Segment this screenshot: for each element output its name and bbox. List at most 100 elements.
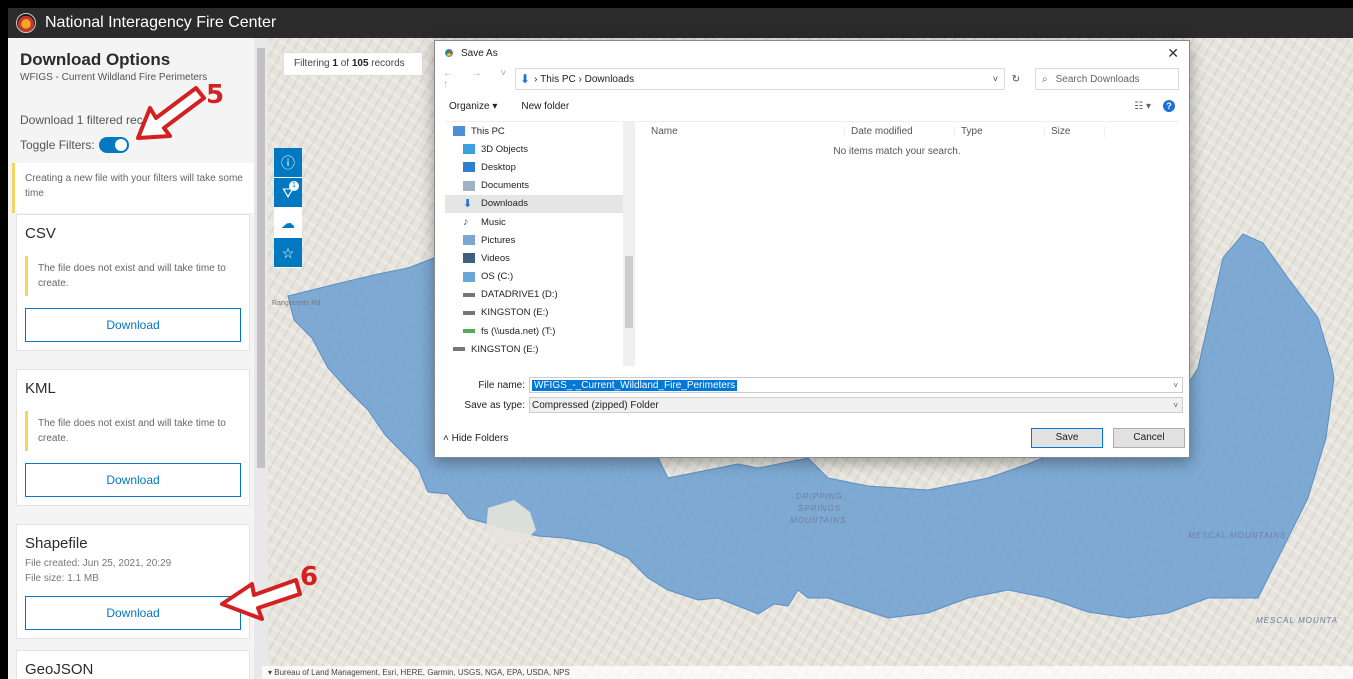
drive-icon — [463, 271, 475, 282]
file-name-value: WFIGS_-_Current_Wildland_Fire_Perimeters — [532, 379, 738, 391]
annotation-step-5: 5 — [206, 80, 225, 110]
address-bar[interactable]: ⬇ › This PC › Downloads ˅ — [515, 68, 1005, 90]
file-created: File created: Jun 25, 2021, 20:29 — [25, 558, 172, 569]
filter-notice: Creating a new file with your filters wi… — [12, 163, 256, 213]
document-icon — [463, 180, 475, 191]
tree-item-desktop[interactable]: Desktop — [445, 158, 635, 176]
chevron-down-icon[interactable]: ˅ — [1173, 381, 1182, 390]
map-label-mescal: MESCAL MOUNTAINS — [1188, 531, 1287, 540]
file-size: File size: 1.1 MB — [25, 573, 99, 584]
cube-icon — [463, 144, 475, 155]
tree-item-music[interactable]: ♪ Music — [445, 213, 635, 231]
dialog-title: Save As — [461, 47, 498, 59]
network-drive-icon — [463, 329, 475, 334]
scrollbar-thumb[interactable] — [625, 256, 633, 328]
close-icon[interactable]: ✕ — [1167, 45, 1179, 62]
file-name-input[interactable]: WFIGS_-_Current_Wildland_Fire_Perimeters… — [529, 377, 1183, 393]
kml-download-button[interactable]: Download — [25, 463, 241, 497]
column-type[interactable]: Type — [955, 125, 1045, 137]
filtered-record-count: Download 1 filtered record — [20, 113, 161, 127]
shapefile-download-button[interactable]: Download — [25, 596, 241, 630]
tree-item-videos[interactable]: Videos — [445, 249, 635, 267]
tree-item-network-t[interactable]: fs (\\usda.net) (T:) — [445, 322, 635, 340]
save-type-label: Save as type: — [464, 399, 525, 411]
filter-count-badge: 1 — [289, 181, 299, 191]
download-options-panel: Download Options WFIGS - Current Wildlan… — [8, 38, 260, 679]
map-label-springs: SPRINGS — [798, 504, 842, 513]
view-options-icon[interactable]: ☷ ▾ — [1134, 101, 1151, 112]
breadcrumb-separator: › — [575, 73, 585, 85]
toggle-filters-switch[interactable] — [98, 137, 129, 153]
tree-item-datadrive1[interactable]: DATADRIVE1 (D:) — [445, 286, 635, 304]
new-folder-button[interactable]: New folder — [521, 101, 569, 112]
annotation-step-6: 6 — [300, 562, 319, 592]
save-type-value: Compressed (zipped) Folder — [532, 399, 659, 411]
app-title: National Interagency Fire Center — [45, 14, 277, 31]
search-placeholder: Search Downloads — [1055, 73, 1140, 85]
column-size[interactable]: Size — [1045, 125, 1105, 137]
save-button[interactable]: Save — [1031, 428, 1103, 448]
tree-item-os-c[interactable]: OS (C:) — [445, 268, 635, 286]
hide-folders-button[interactable]: ˄ Hide Folders — [443, 433, 508, 444]
info-icon[interactable]: ⓘ — [274, 148, 302, 178]
usb-drive-icon — [463, 310, 475, 315]
card-note: The file does not exist and will take ti… — [25, 411, 241, 451]
card-title: GeoJSON — [25, 661, 94, 678]
column-date-modified[interactable]: Date modified — [845, 125, 955, 137]
cloud-download-icon[interactable]: ☁ — [274, 208, 302, 238]
map-attribution: ▾ Bureau of Land Management, Esri, HERE,… — [262, 666, 1353, 679]
breadcrumb-downloads[interactable]: Downloads — [585, 74, 634, 85]
nifc-logo-icon — [16, 13, 36, 33]
usb-drive-icon — [453, 347, 465, 352]
search-input[interactable]: ⌕ Search Downloads — [1035, 68, 1179, 90]
downloads-arrow-icon: ⬇ — [520, 72, 531, 86]
tree-item-3d-objects[interactable]: 3D Objects — [445, 140, 635, 158]
tree-item-pictures[interactable]: Pictures — [445, 231, 635, 249]
chevron-down-icon[interactable]: ˅ — [1173, 401, 1182, 410]
tree-scrollbar[interactable] — [623, 122, 635, 366]
download-arrow-icon: ⬇ — [463, 197, 473, 210]
card-title: Shapefile — [25, 535, 88, 552]
chevron-down-icon[interactable]: ˅ — [993, 74, 1004, 84]
tree-item-documents[interactable]: Documents — [445, 177, 635, 195]
file-list-header: Name Date modified Type Size — [645, 122, 1179, 140]
drive-icon — [463, 292, 475, 297]
music-note-icon: ♪ — [463, 216, 469, 229]
sidebar-scrollbar[interactable] — [254, 38, 268, 679]
tree-item-this-pc[interactable]: This PC — [445, 122, 635, 140]
card-note: The file does not exist and will take ti… — [25, 256, 241, 296]
card-title: KML — [25, 380, 56, 397]
csv-card: CSV The file does not exist and will tak… — [16, 214, 250, 351]
screen: National Interagency Fire Center Downloa… — [0, 0, 1353, 679]
navigation-row: ← → ˅ ↑ ⬇ › This PC › Downloads ˅ ↻ ⌕ Se… — [435, 65, 1189, 93]
empty-message: No items match your search. — [833, 146, 961, 157]
filter-icon[interactable]: ⛛ 1 — [274, 178, 302, 208]
csv-download-button[interactable]: Download — [25, 308, 241, 342]
filter-status: Filtering 1 of 105 records — [283, 52, 423, 76]
toggle-filters-label: Toggle Filters: — [20, 138, 95, 152]
star-icon[interactable]: ☆ — [274, 238, 302, 268]
cancel-button[interactable]: Cancel — [1113, 428, 1185, 448]
shapefile-card: Shapefile File created: Jun 25, 2021, 20… — [16, 524, 250, 639]
save-type-select[interactable]: Compressed (zipped) Folder ˅ — [529, 397, 1183, 413]
browser-pane: This PC 3D Objects Desktop Documents ⬇ Do… — [445, 121, 1179, 366]
dialog-titlebar: Save As ✕ — [435, 41, 1189, 65]
breadcrumb-this-pc[interactable]: This PC — [540, 74, 576, 85]
tree-item-downloads[interactable]: ⬇ Downloads — [445, 194, 635, 213]
scrollbar-thumb[interactable] — [257, 48, 265, 468]
panel-title: Download Options — [20, 50, 171, 69]
file-list: Name Date modified Type Size No items ma… — [645, 122, 1179, 366]
folder-tree: This PC 3D Objects Desktop Documents ⬇ Do… — [445, 122, 635, 366]
help-icon[interactable]: ? — [1163, 100, 1175, 112]
map-label-dripping: DRIPPING — [796, 492, 843, 501]
nav-arrows-icon[interactable]: ← → ˅ ↑ — [443, 68, 515, 90]
picture-icon — [463, 235, 475, 246]
tree-item-kingston-e[interactable]: KINGSTON (E:) — [445, 304, 635, 322]
refresh-icon[interactable]: ↻ — [1005, 74, 1027, 85]
tree-item-kingston-e-root[interactable]: KINGSTON (E:) — [445, 340, 635, 358]
save-type-row: Save as type: Compressed (zipped) Folder… — [435, 396, 1189, 414]
column-name[interactable]: Name — [645, 125, 845, 137]
card-title: CSV — [25, 225, 56, 242]
film-icon — [463, 253, 475, 264]
organize-button[interactable]: Organize ▾ — [449, 101, 497, 112]
